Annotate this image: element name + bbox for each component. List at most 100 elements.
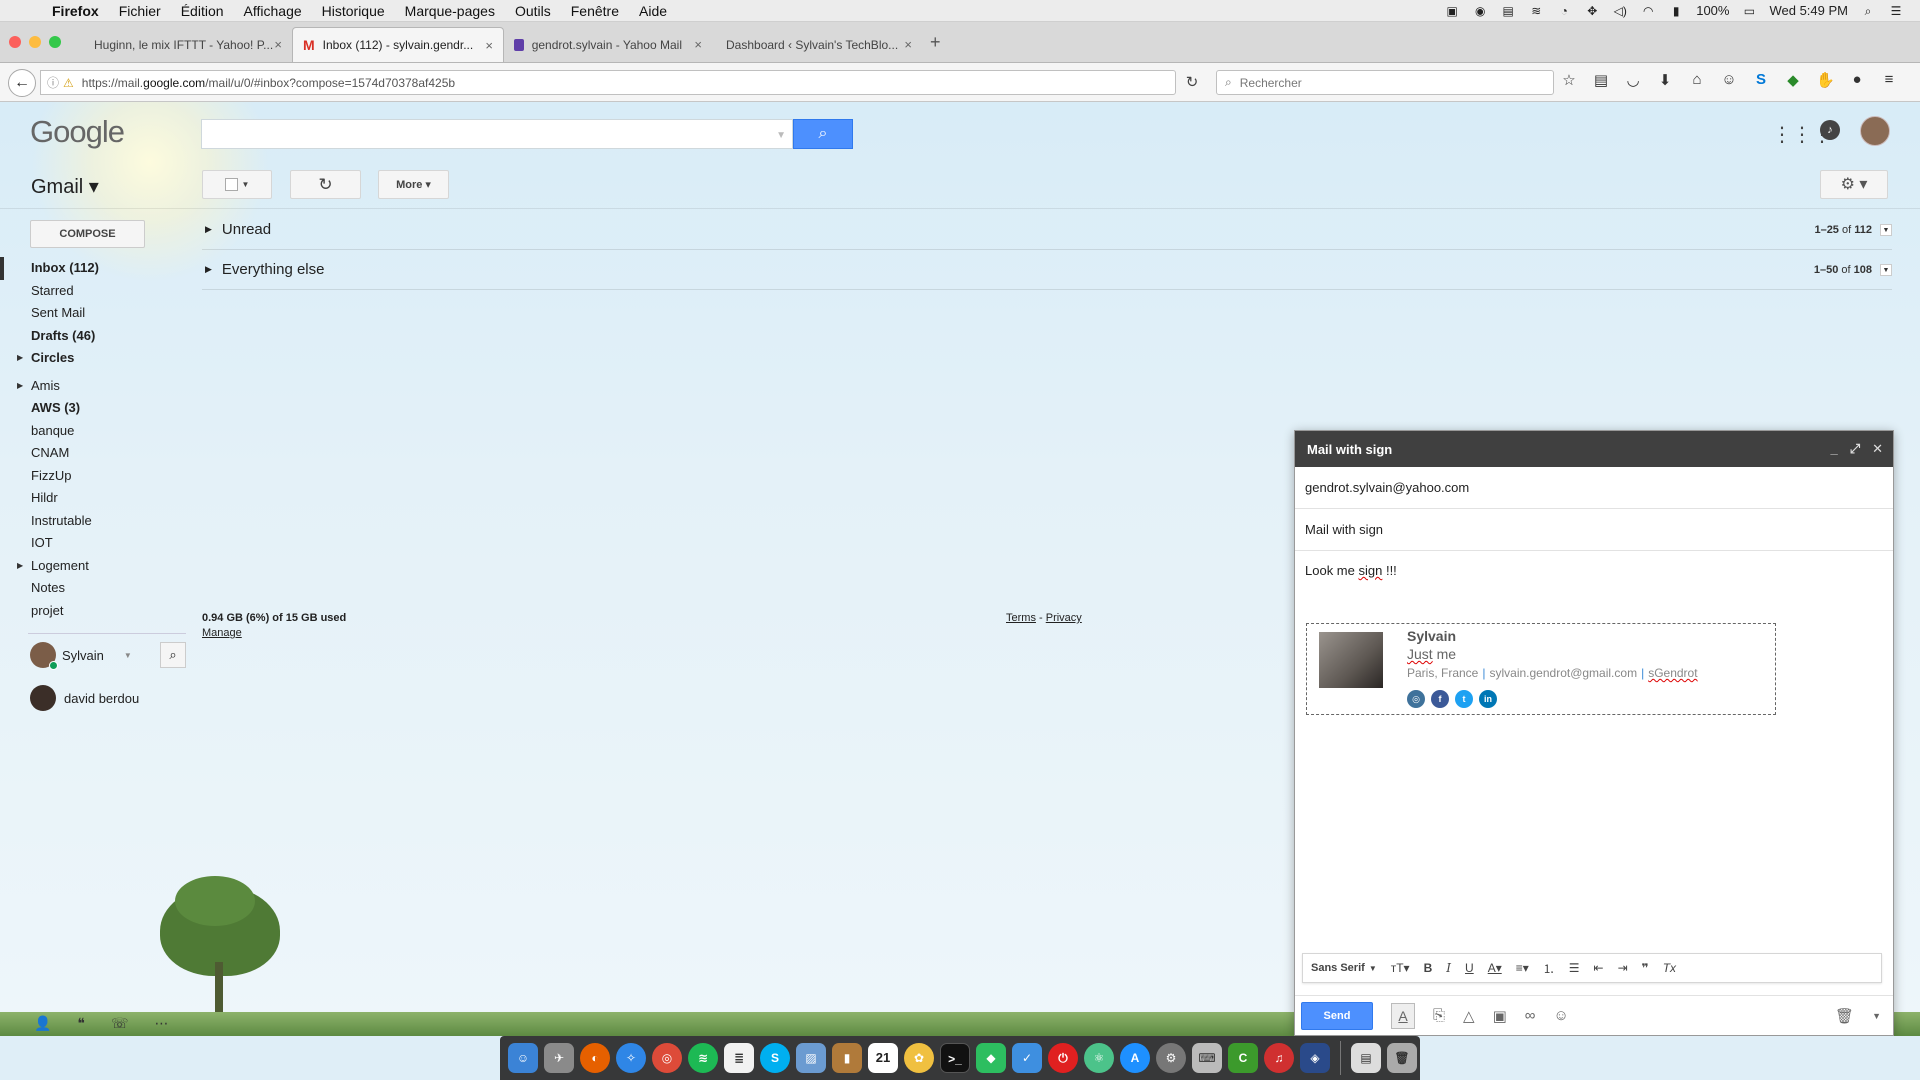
launchpad-icon[interactable]: ✈ <box>544 1043 574 1073</box>
gmail-search-button[interactable]: ⌕ <box>793 119 853 149</box>
misspelled-word[interactable]: Just <box>1407 646 1433 662</box>
calendar-icon[interactable]: 21 <box>868 1043 898 1073</box>
expand-triangle-icon[interactable]: ▶ <box>17 375 23 397</box>
tab-close-icon[interactable]: × <box>485 38 493 53</box>
reading-list-icon[interactable]: ▤ <box>1592 71 1610 89</box>
compose-button[interactable]: COMPOSE <box>30 220 145 248</box>
tab-yahoo-mail[interactable]: gendrot.sylvain - Yahoo Mail × <box>504 27 712 62</box>
chat-contact[interactable]: david berdou <box>30 685 139 711</box>
numbered-list-icon[interactable]: ⒈ <box>1543 960 1555 977</box>
spotify-icon[interactable]: ≋ <box>688 1043 718 1073</box>
headphones-icon[interactable]: ♫ <box>1264 1043 1294 1073</box>
layers-icon[interactable]: ≣ <box>724 1043 754 1073</box>
nav-sent-mail[interactable]: Sent Mail <box>0 302 190 325</box>
facebook-icon[interactable]: f <box>1431 690 1449 708</box>
nav-label-fizzup[interactable]: FizzUp <box>0 465 190 488</box>
window-close-button[interactable] <box>9 36 21 48</box>
nav-starred[interactable]: Starred <box>0 280 190 303</box>
misspelled-word[interactable]: sign <box>1358 563 1382 578</box>
attach-file-icon[interactable]: ⎘ <box>1433 1007 1445 1024</box>
notifications-icon[interactable]: ♪ <box>1820 120 1840 140</box>
nav-label-amis[interactable]: ▶ Amis <box>0 375 190 398</box>
bulleted-list-icon[interactable]: ☰ <box>1569 961 1580 975</box>
select-checkbox-button[interactable]: ▼ <box>202 170 272 199</box>
chat-search-button[interactable]: ⌕ <box>160 642 186 668</box>
inbox-section-everything-else[interactable]: ▶ Everything else 1–50 of 108 ▼ <box>202 250 1892 290</box>
italic-icon[interactable]: I <box>1446 961 1451 975</box>
site-info-icon[interactable]: ⓘ <box>47 74 59 91</box>
window-minimize-button[interactable] <box>29 36 41 48</box>
expand-triangle-icon[interactable]: ▶ <box>17 555 23 577</box>
tab-close-icon[interactable]: × <box>274 37 282 52</box>
hand-extension-icon[interactable]: ✋ <box>1816 71 1835 89</box>
expand-triangle-icon[interactable]: ▶ <box>17 347 23 369</box>
phone-icon[interactable]: ☏ <box>111 1015 129 1032</box>
skype-icon[interactable]: S <box>760 1043 790 1073</box>
dropbox-status-icon[interactable]: ✥ <box>1584 4 1600 18</box>
minimize-icon[interactable]: _ <box>1830 441 1837 457</box>
nav-circles[interactable]: ▶ Circles <box>0 347 190 370</box>
nav-label-cnam[interactable]: CNAM <box>0 442 190 465</box>
nav-label-iot[interactable]: IOT <box>0 532 190 555</box>
menu-fichier[interactable]: Fichier <box>109 3 171 19</box>
sync-status-icon[interactable]: ◉ <box>1472 4 1488 18</box>
font-family-select[interactable]: Sans Serif <box>1311 962 1365 974</box>
extension-icon[interactable]: ◆ <box>1784 71 1802 89</box>
message-body[interactable]: Look me sign !!! <box>1295 551 1893 590</box>
section-options-icon[interactable]: ▼ <box>1880 263 1892 276</box>
window-zoom-button[interactable] <box>49 36 61 48</box>
bookmark-star-icon[interactable]: ☆ <box>1560 71 1578 89</box>
photos-icon[interactable]: ✿ <box>904 1043 934 1073</box>
menu-app[interactable]: Firefox <box>42 3 109 19</box>
skype-extension-icon[interactable]: S <box>1752 71 1770 89</box>
chat-self[interactable]: Sylvain ▼ <box>30 642 132 670</box>
pocket-icon[interactable]: ◡ <box>1624 71 1642 89</box>
menu-edition[interactable]: Édition <box>171 3 234 19</box>
menu-marque-pages[interactable]: Marque-pages <box>395 3 505 19</box>
nav-label-hildr[interactable]: Hildr <box>0 487 190 510</box>
virtualbox-icon[interactable]: ◈ <box>1300 1043 1330 1073</box>
expand-icon[interactable]: ⤢ <box>1850 441 1860 457</box>
formatting-options-toggle[interactable]: A <box>1391 1002 1415 1029</box>
nav-label-aws[interactable]: AWS (3) <box>0 397 190 420</box>
nav-label-banque[interactable]: banque <box>0 420 190 443</box>
todo-icon[interactable]: ✓ <box>1012 1043 1042 1073</box>
menu-fenetre[interactable]: Fenêtre <box>561 3 629 19</box>
documents-icon[interactable]: ▤ <box>1351 1043 1381 1073</box>
chevron-down-icon[interactable]: ▼ <box>1369 964 1377 973</box>
browser-search-bar[interactable]: ⌕ Rechercher <box>1216 70 1554 95</box>
tab-gmail-inbox[interactable]: M Inbox (112) - sylvain.gendr... × <box>292 27 504 62</box>
subject-field[interactable]: Mail with sign <box>1295 509 1893 551</box>
tab-close-icon[interactable]: × <box>694 37 702 52</box>
remove-formatting-icon[interactable]: Tx <box>1663 961 1676 975</box>
menu-outils[interactable]: Outils <box>505 3 561 19</box>
signature-email[interactable]: sylvain.gendrot@gmail.com <box>1489 666 1637 680</box>
nav-inbox[interactable]: Inbox (112) <box>0 257 190 280</box>
more-actions-button[interactable]: More ▾ <box>378 170 449 199</box>
safari-icon[interactable]: ✧ <box>616 1043 646 1073</box>
flag-icon[interactable]: ▮ <box>1668 4 1684 18</box>
wifi-icon[interactable]: ◠ <box>1640 4 1656 18</box>
chat-extension-icon[interactable]: ☺ <box>1720 71 1738 89</box>
color-extension-icon[interactable]: ● <box>1848 71 1866 89</box>
clock[interactable]: Wed 5:49 PM <box>1769 3 1848 18</box>
insert-link-icon[interactable]: ∞ <box>1525 1007 1536 1024</box>
bold-icon[interactable]: B <box>1424 961 1433 975</box>
instagram-icon[interactable]: ◎ <box>1407 690 1425 708</box>
indent-more-icon[interactable]: ⇥ <box>1618 961 1628 975</box>
privacy-link[interactable]: Privacy <box>1046 612 1082 624</box>
evernote-status-icon[interactable]: ▣ <box>1444 4 1460 18</box>
select-checkbox[interactable] <box>224 178 238 191</box>
layers-status-icon[interactable]: ≋ <box>1528 4 1544 18</box>
search-options-icon[interactable]: ▼ <box>776 130 786 141</box>
tab-wordpress-dashboard[interactable]: Dashboard ‹ Sylvain's TechBlo... × <box>712 27 922 62</box>
expand-triangle-icon[interactable]: ▶ <box>205 224 212 235</box>
inbox-section-unread[interactable]: ▶ Unread 1–25 of 112 ▼ <box>202 210 1892 250</box>
google-logo[interactable]: Google <box>30 114 125 150</box>
section-options-icon[interactable]: ▼ <box>1880 223 1892 236</box>
nav-label-projet[interactable]: projet <box>0 600 190 623</box>
nav-label-logement[interactable]: ▶ Logement <box>0 555 190 578</box>
appstore-icon[interactable]: A <box>1120 1043 1150 1073</box>
indent-less-icon[interactable]: ⇤ <box>1594 961 1604 975</box>
new-tab-button[interactable]: + <box>930 32 941 53</box>
